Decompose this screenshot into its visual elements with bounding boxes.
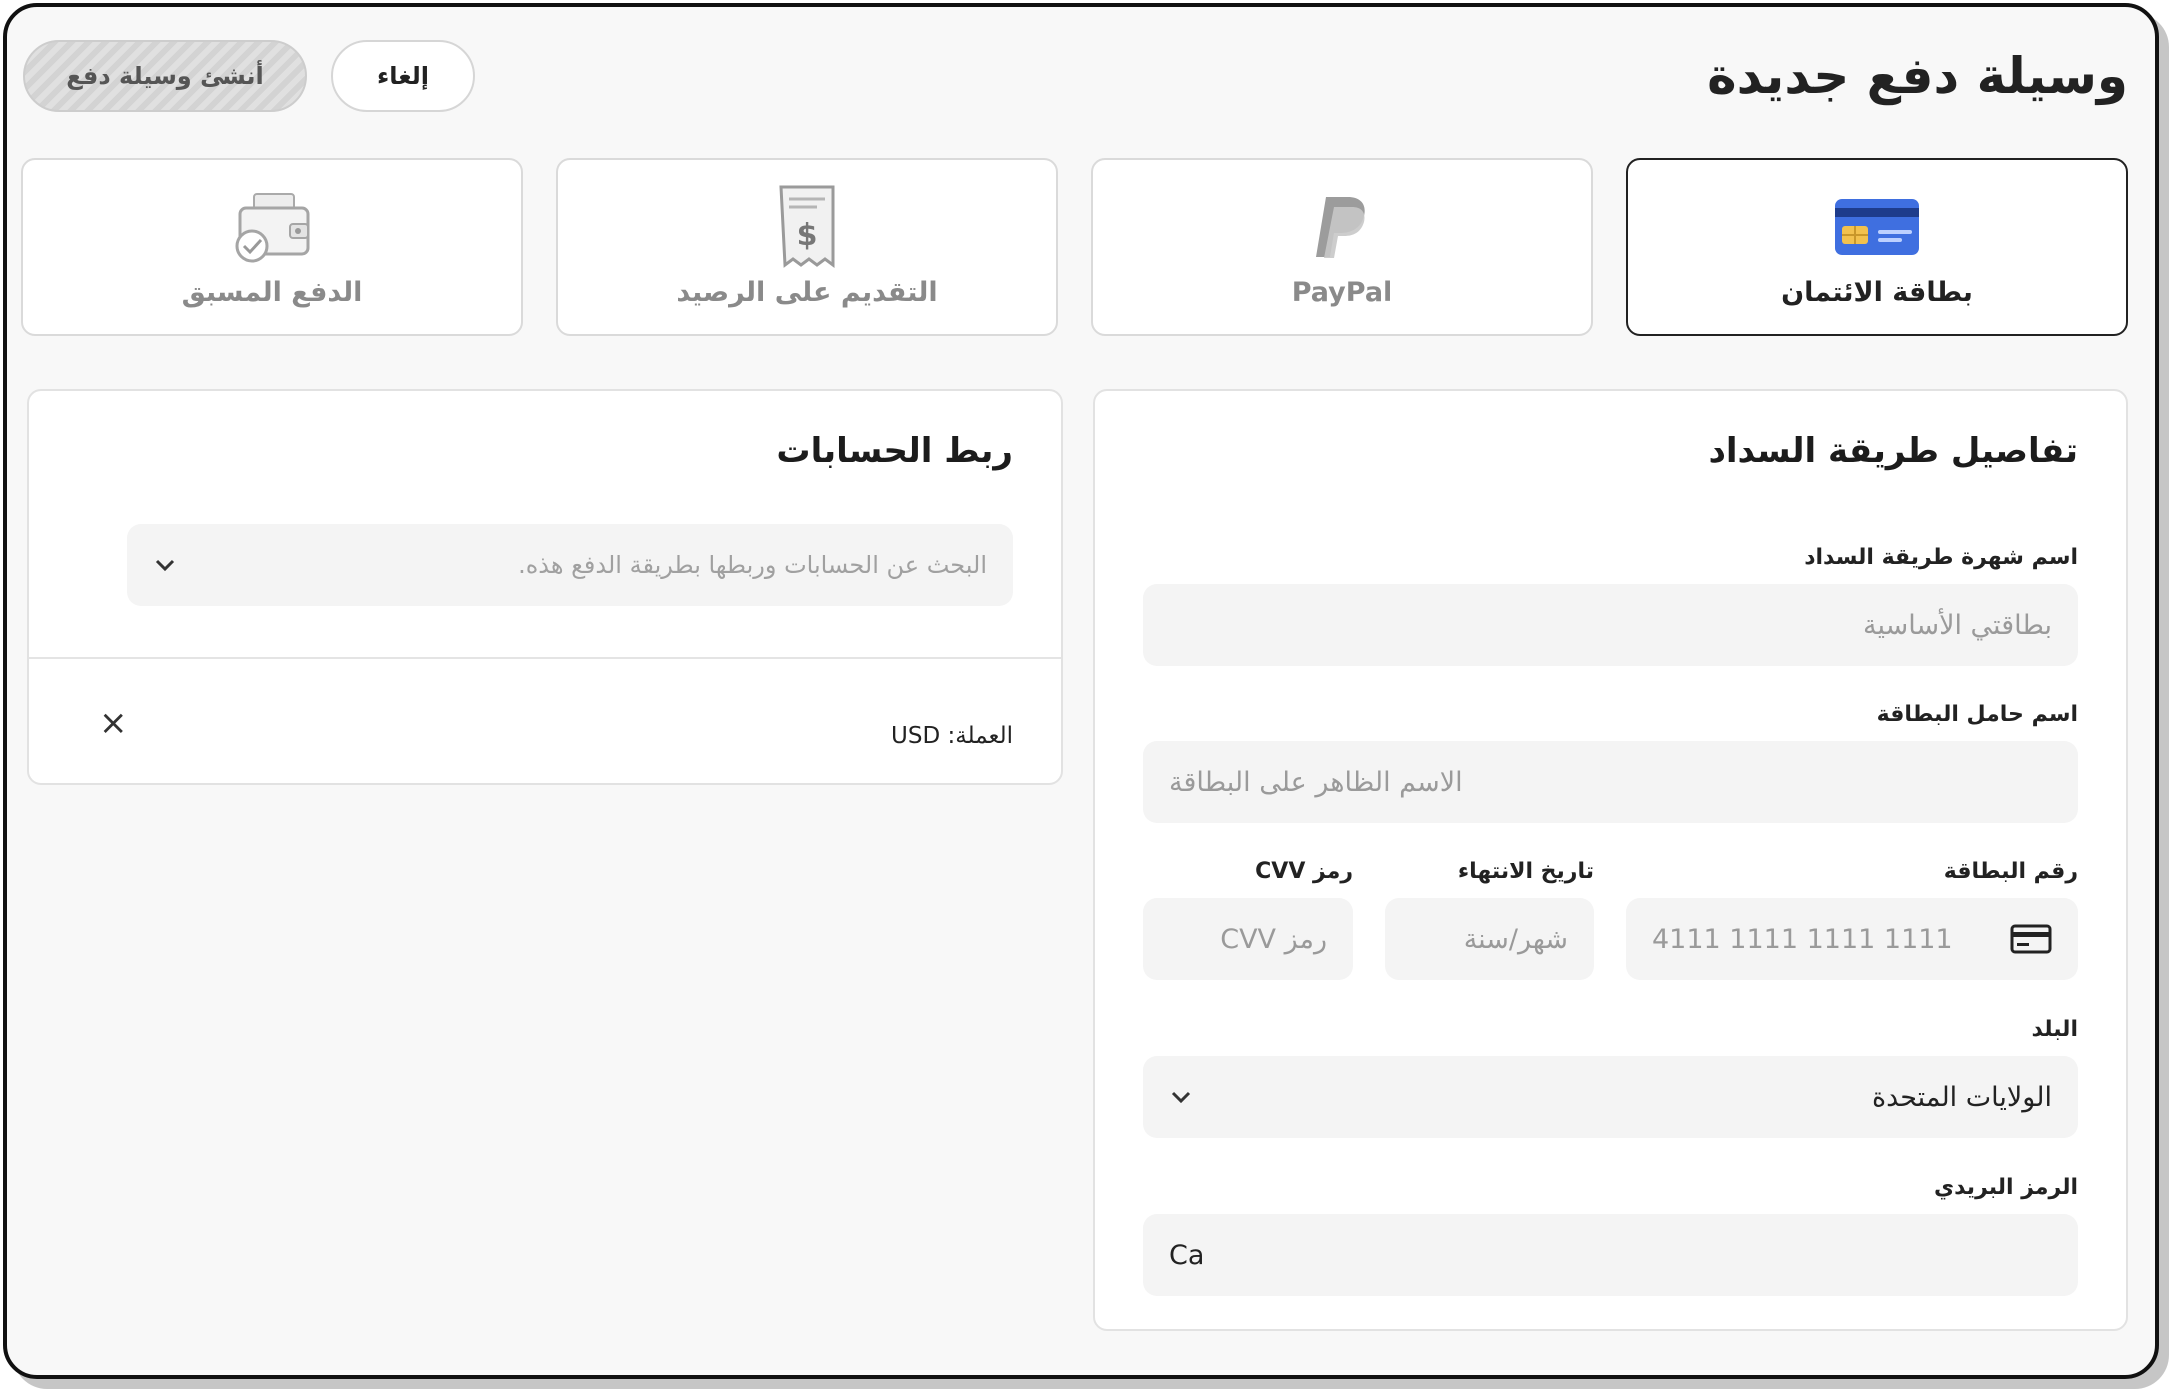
chevron-down-icon [1169, 1089, 1193, 1105]
paypal-icon [1297, 187, 1387, 267]
zip-input[interactable]: Ca [1143, 1214, 2078, 1296]
payment-method-window: وسيلة دفع جديدة إلغاء أنشئ وسيلة دفع بطا… [3, 3, 2159, 1379]
link-accounts-title: ربط الحسابات [776, 431, 1013, 471]
svg-text:$: $ [797, 218, 818, 253]
card-number-label: رقم البطاقة [1943, 859, 2078, 884]
cardholder-label: اسم حامل البطاقة [1876, 702, 2078, 727]
country-value: الولايات المتحدة [1871, 1081, 2052, 1113]
cardholder-input[interactable]: الاسم الظاهر على البطاقة [1143, 741, 2078, 823]
cvv-label: رمز CVV [1255, 859, 1353, 884]
expiry-label: تاريخ الانتهاء [1457, 859, 1594, 884]
country-label: البلد [2031, 1017, 2078, 1042]
close-icon[interactable]: × [99, 703, 128, 743]
wallet-check-icon [227, 187, 317, 267]
card-icon [2010, 924, 2052, 954]
nickname-label: اسم شهرة طريقة السداد [1804, 545, 2078, 570]
nickname-input[interactable]: بطاقتي الأساسية [1143, 584, 2078, 666]
credit-card-icon [1832, 187, 1922, 267]
payment-details-panel: تفاصيل طريقة السداد اسم شهرة طريقة السدا… [1093, 389, 2128, 1331]
method-label: الدفع المسبق [181, 276, 363, 308]
divider [29, 657, 1061, 659]
method-tile-credit-card[interactable]: بطاقة الائتمان [1626, 158, 2128, 336]
cancel-button[interactable]: إلغاء [331, 40, 475, 112]
card-number-input[interactable]: 4111 1111 1111 1111 [1626, 898, 2078, 980]
accounts-search-select[interactable]: البحث عن الحسابات وربطها بطريقة الدفع هذ… [127, 524, 1013, 606]
method-label: PayPal [1291, 276, 1393, 308]
card-number-placeholder: 4111 1111 1111 1111 [1652, 923, 1953, 955]
chevron-down-icon [153, 557, 177, 573]
method-tile-paypal[interactable]: PayPal [1091, 158, 1593, 336]
expiry-input[interactable]: شهر/سنة [1385, 898, 1594, 980]
create-payment-method-button[interactable]: أنشئ وسيلة دفع [23, 40, 307, 112]
link-accounts-panel: ربط الحسابات البحث عن الحسابات وربطها بط… [27, 389, 1063, 785]
zip-label: الرمز البريدي [1933, 1175, 2078, 1200]
method-tile-prepaid[interactable]: الدفع المسبق [21, 158, 523, 336]
method-tile-credit-application[interactable]: $ التقديم على الرصيد [556, 158, 1058, 336]
method-label: التقديم على الرصيد [676, 276, 938, 308]
page-title: وسيلة دفع جديدة [1707, 47, 2128, 105]
method-label: بطاقة الائتمان [1781, 276, 1973, 308]
cvv-input[interactable]: رمز CVV [1143, 898, 1353, 980]
receipt-dollar-icon: $ [762, 185, 852, 268]
currency-label: العملة: USD [891, 723, 1013, 749]
payment-details-title: تفاصيل طريقة السداد [1708, 431, 2078, 471]
accounts-search-placeholder: البحث عن الحسابات وربطها بطريقة الدفع هذ… [518, 551, 987, 579]
country-select[interactable]: الولايات المتحدة [1143, 1056, 2078, 1138]
